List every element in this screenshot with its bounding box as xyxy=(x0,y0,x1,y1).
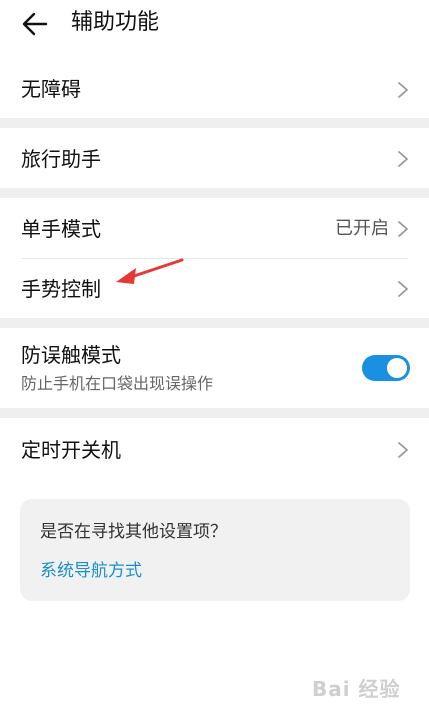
row-travel-assistant[interactable]: 旅行助手 xyxy=(0,130,429,188)
chevron-right-icon xyxy=(397,81,409,99)
row-label: 无障碍 xyxy=(21,77,81,101)
section-divider xyxy=(0,118,429,128)
suggestion-card: 是否在寻找其他设置项？ 系统导航方式 xyxy=(20,499,410,601)
section-divider xyxy=(0,188,429,198)
toggle-switch[interactable] xyxy=(362,355,410,381)
app-header: 辅助功能 xyxy=(0,0,429,52)
row-one-handed-mode[interactable]: 单手模式 已开启 xyxy=(0,199,429,257)
page-title: 辅助功能 xyxy=(71,10,160,35)
row-label: 定时开关机 xyxy=(21,438,121,462)
row-label: 防误触模式 xyxy=(21,343,121,367)
status-value: 已开启 xyxy=(335,218,389,239)
row-label: 旅行助手 xyxy=(21,147,101,171)
row-gesture-control[interactable]: 手势控制 xyxy=(0,259,429,317)
arrow-left-icon[interactable] xyxy=(20,9,50,39)
chevron-right-icon xyxy=(397,150,409,168)
watermark: Bai 经验 xyxy=(312,677,401,701)
chevron-right-icon xyxy=(397,220,409,238)
system-navigation-link[interactable]: 系统导航方式 xyxy=(40,559,142,583)
row-scheduled-power[interactable]: 定时开关机 xyxy=(0,420,429,478)
suggestion-question: 是否在寻找其他设置项？ xyxy=(40,522,227,542)
row-label: 单手模式 xyxy=(21,217,101,241)
chevron-right-icon xyxy=(397,280,409,298)
row-label: 手势控制 xyxy=(21,277,101,301)
section-divider xyxy=(0,318,429,328)
row-accidental-touch[interactable]: 防误触模式 防止手机在口袋出现误操作 xyxy=(0,328,429,408)
row-accessibility[interactable]: 无障碍 xyxy=(0,62,429,118)
section-divider xyxy=(0,408,429,418)
chevron-right-icon xyxy=(397,441,409,459)
row-subtitle: 防止手机在口袋出现误操作 xyxy=(21,374,214,393)
toggle-knob xyxy=(387,358,407,378)
